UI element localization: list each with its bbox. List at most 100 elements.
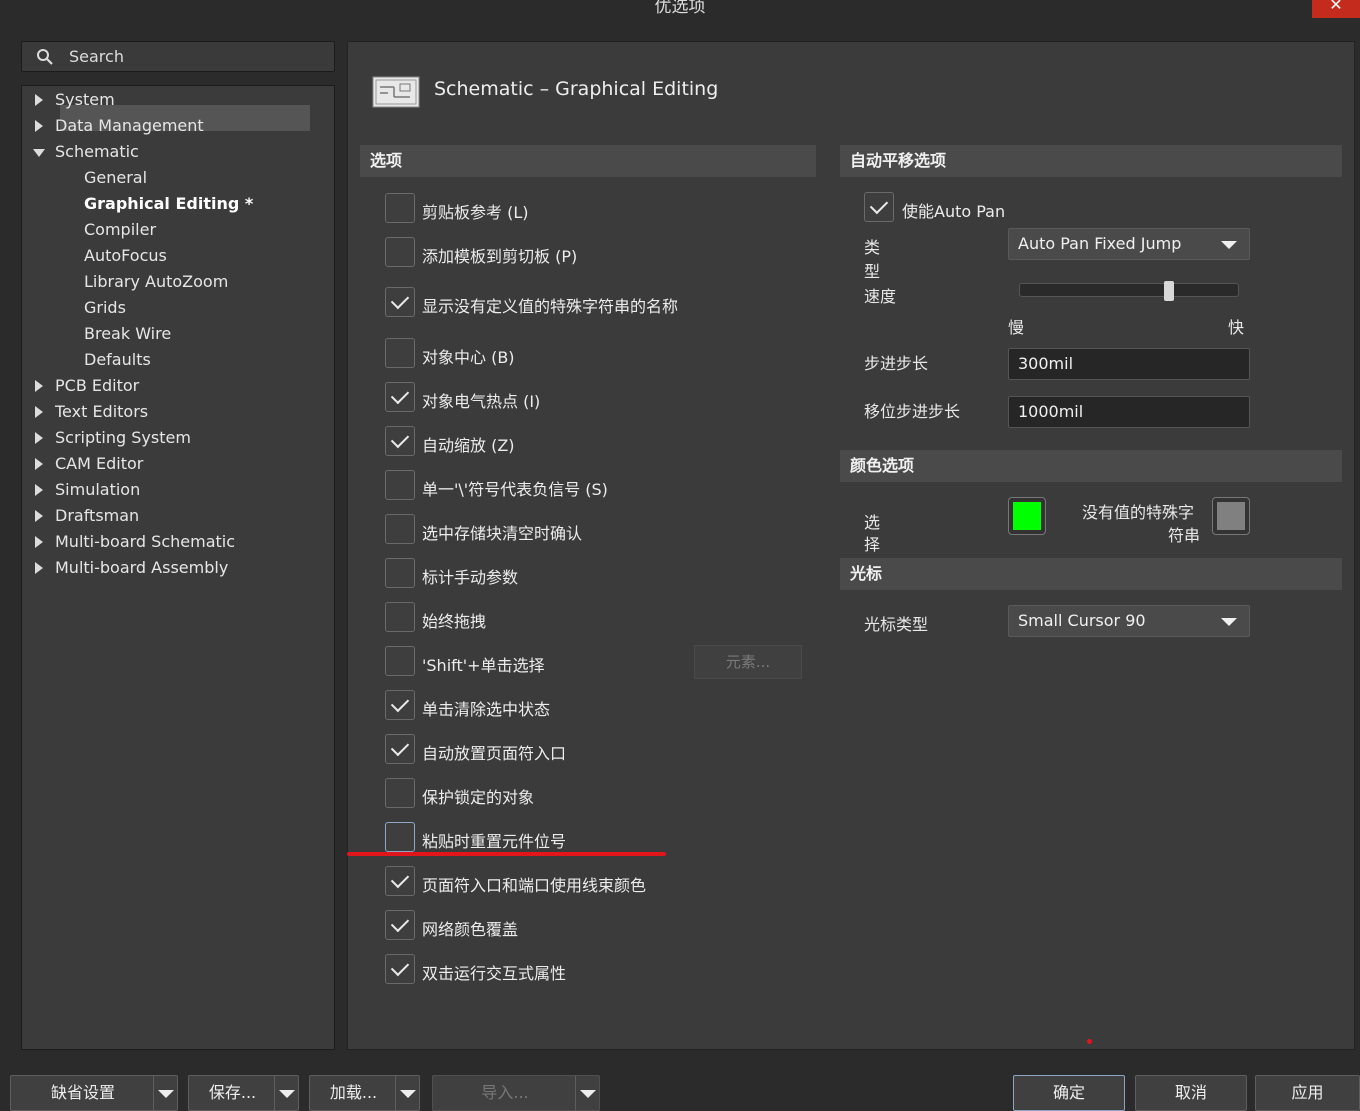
expand-arrow-right-icon[interactable] [35, 484, 43, 496]
tree-item[interactable]: Multi-board Schematic [55, 530, 235, 554]
option-checkbox[interactable] [385, 193, 415, 223]
autopan-speed-slider[interactable] [1019, 283, 1239, 297]
option-label: 始终拖拽 [422, 612, 487, 631]
option-label: 单一'\'符号代表负信号 (S) [422, 480, 608, 499]
expand-arrow-right-icon[interactable] [35, 562, 43, 574]
import-button[interactable]: 导入... [432, 1075, 600, 1111]
option-label: 显示没有定义值的特殊字符串的名称 [422, 297, 679, 316]
option-label: 粘贴时重置元件位号 [422, 832, 567, 851]
expand-arrow-right-icon[interactable] [35, 510, 43, 522]
tree-item[interactable]: Compiler [84, 218, 156, 242]
cancel-button[interactable]: 取消 [1135, 1075, 1247, 1111]
ok-button[interactable]: 确定 [1013, 1075, 1125, 1111]
options-section-header: 选项 [360, 145, 816, 177]
tree-item[interactable]: Multi-board Assembly [55, 556, 228, 580]
cursor-section-header: 光标 [840, 558, 1342, 590]
red-dot-annotation [1087, 1039, 1092, 1044]
load-dropdown-chevron-icon[interactable] [395, 1076, 419, 1110]
search-box[interactable]: Search [21, 41, 335, 72]
tree-item[interactable]: Library AutoZoom [84, 270, 228, 294]
import-dropdown-chevron-icon[interactable] [575, 1076, 599, 1110]
cursor-type-dropdown[interactable]: Small Cursor 90 [1008, 605, 1250, 637]
autopan-type-value: Auto Pan Fixed Jump [1018, 234, 1182, 253]
import-button-label: 导入... [481, 1083, 529, 1102]
red-underline-annotation [347, 852, 666, 856]
expand-arrow-right-icon[interactable] [35, 380, 43, 392]
option-checkbox[interactable] [385, 690, 415, 720]
step-size-field[interactable]: 300mil [1008, 348, 1250, 380]
option-checkbox[interactable] [385, 470, 415, 500]
option-checkbox[interactable] [385, 382, 415, 412]
option-checkbox[interactable] [385, 237, 415, 267]
nostring-color-label-2: 符串 [1168, 526, 1201, 545]
selection-color-swatch[interactable] [1008, 497, 1046, 535]
save-dropdown-chevron-icon[interactable] [274, 1076, 298, 1110]
tree-item[interactable]: Text Editors [55, 400, 148, 424]
tree-item[interactable]: Break Wire [84, 322, 171, 346]
option-label: 对象电气热点 (I) [422, 392, 541, 411]
speed-slow-label: 慢 [1008, 318, 1025, 337]
apply-button[interactable]: 应用 [1255, 1075, 1360, 1111]
tree-item[interactable]: Graphical Editing * [84, 192, 253, 216]
selection-color-label-1: 选 [864, 513, 881, 532]
option-checkbox[interactable] [385, 778, 415, 808]
expand-arrow-down-icon[interactable] [33, 149, 45, 157]
save-button[interactable]: 保存... [188, 1075, 299, 1111]
nostring-color-swatch[interactable] [1212, 497, 1250, 535]
schematic-page-icon [372, 76, 420, 108]
autopan-type-dropdown[interactable]: Auto Pan Fixed Jump [1008, 228, 1250, 260]
option-checkbox[interactable] [385, 558, 415, 588]
expand-arrow-right-icon[interactable] [35, 120, 43, 132]
expand-arrow-right-icon[interactable] [35, 536, 43, 548]
option-checkbox[interactable] [385, 287, 415, 317]
window-title: 优选项 [654, 0, 706, 17]
tree-item[interactable]: Simulation [55, 478, 140, 502]
search-icon [37, 49, 53, 65]
tree-item[interactable]: Scripting System [55, 426, 191, 450]
tree-item[interactable]: AutoFocus [84, 244, 167, 268]
window-title-bar: 优选项 [0, 0, 1360, 24]
tree-item[interactable]: Grids [84, 296, 126, 320]
tree-item[interactable]: Draftsman [55, 504, 139, 528]
tree-item[interactable]: PCB Editor [55, 374, 139, 398]
tree-item[interactable]: General [84, 166, 147, 190]
expand-arrow-right-icon[interactable] [35, 406, 43, 418]
option-label: 自动缩放 (Z) [422, 436, 515, 455]
page-title: Schematic – Graphical Editing [434, 78, 719, 100]
option-checkbox[interactable] [385, 954, 415, 984]
autopan-type-label-2: 型 [864, 262, 881, 281]
search-input[interactable]: Search [69, 47, 124, 66]
defaults-button[interactable]: 缺省设置 [10, 1075, 178, 1111]
expand-arrow-right-icon[interactable] [35, 458, 43, 470]
option-checkbox[interactable] [385, 646, 415, 676]
cursor-type-label: 光标类型 [864, 615, 929, 634]
elements-button[interactable]: 元素... [694, 645, 802, 679]
tree-item[interactable]: Data Management [55, 114, 204, 138]
option-label: 标计手动参数 [422, 568, 519, 587]
option-checkbox[interactable] [385, 602, 415, 632]
tree-item[interactable]: Defaults [84, 348, 151, 372]
load-button[interactable]: 加载... [309, 1075, 420, 1111]
option-checkbox[interactable] [385, 822, 415, 852]
defaults-dropdown-chevron-icon[interactable] [153, 1076, 177, 1110]
expand-arrow-right-icon[interactable] [35, 94, 43, 106]
autopan-enable-checkbox[interactable] [864, 192, 894, 222]
option-checkbox[interactable] [385, 426, 415, 456]
autopan-type-label-1: 类 [864, 238, 881, 257]
tree-item[interactable]: System [55, 88, 115, 112]
tree-item[interactable]: CAM Editor [55, 452, 143, 476]
autopan-speed-slider-thumb[interactable] [1163, 281, 1174, 301]
option-checkbox[interactable] [385, 910, 415, 940]
settings-panel [347, 41, 1355, 1050]
nostring-color-fill [1217, 502, 1245, 530]
option-checkbox[interactable] [385, 734, 415, 764]
option-label: 'Shift'+单击选择 [422, 656, 545, 675]
shift-step-size-field[interactable]: 1000mil [1008, 396, 1250, 428]
close-icon[interactable]: ✕ [1329, 0, 1342, 14]
option-checkbox[interactable] [385, 514, 415, 544]
option-checkbox[interactable] [385, 866, 415, 896]
expand-arrow-right-icon[interactable] [35, 432, 43, 444]
close-button[interactable]: ✕ [1312, 0, 1360, 18]
option-checkbox[interactable] [385, 338, 415, 368]
tree-item[interactable]: Schematic [55, 140, 139, 164]
